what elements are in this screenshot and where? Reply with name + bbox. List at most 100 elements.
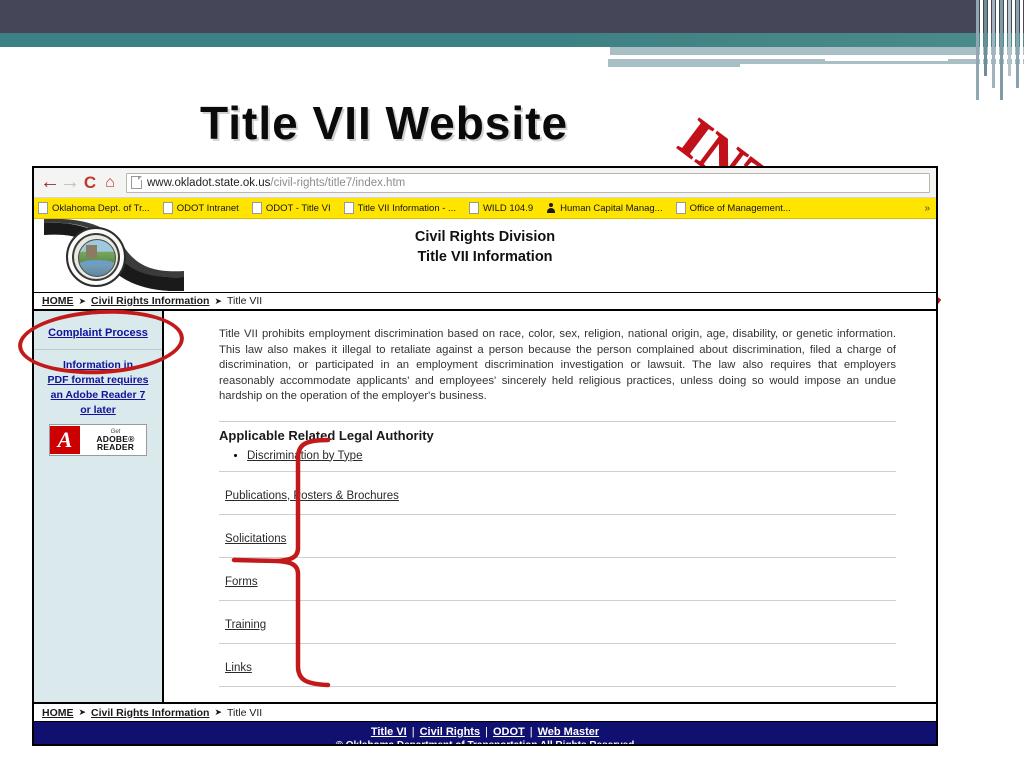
footer-separator: | <box>529 726 533 738</box>
breadcrumb-arrow-icon: ➤ <box>78 707 87 717</box>
get-adobe-reader-button[interactable]: Get ADOBE® READER <box>49 424 147 456</box>
pdf-note-line-1[interactable]: Information in <box>38 358 158 373</box>
home-icon[interactable]: ⌂ <box>100 173 120 193</box>
back-icon[interactable]: ← <box>40 171 60 193</box>
sidebar-item-complaint-process[interactable]: Complaint Process <box>34 317 162 350</box>
resource-link-row[interactable]: Solicitations <box>219 521 896 551</box>
edge-stripe <box>976 0 979 100</box>
bookmarks-bar: Oklahoma Dept. of Tr... ODOT Intranet ODOT… <box>34 198 936 219</box>
breadcrumb-current: Title VII <box>227 295 263 307</box>
site-heading-line1: Civil Rights Division <box>414 229 556 245</box>
edge-stripe <box>988 0 991 100</box>
browser-window-screenshot: ← → C ⌂ www.okladot.state.ok.us/civil-ri… <box>32 166 938 746</box>
resource-link[interactable]: Training <box>225 619 266 631</box>
divider <box>219 556 896 558</box>
url-text: www.okladot.state.ok.us/civil-rights/tit… <box>147 177 405 189</box>
sidebar: Complaint Process Information in PDF for… <box>34 311 164 702</box>
resource-link-row[interactable]: Forms <box>219 564 896 594</box>
bookmark-label: Title VII Information - ... <box>357 202 456 214</box>
bookmarks-overflow-icon[interactable]: » <box>924 203 932 214</box>
sidebar-item-label[interactable]: Complaint Process <box>48 327 148 339</box>
resource-link[interactable]: Solicitations <box>225 533 286 545</box>
pdf-note-line-3[interactable]: an Adobe Reader 7 <box>38 388 158 403</box>
bookmark-label: ODOT Intranet <box>176 202 239 214</box>
footer-link[interactable]: Web Master <box>538 726 600 738</box>
breadcrumb-home-link[interactable]: HOME <box>42 295 74 307</box>
discrimination-by-type-link[interactable]: Discrimination by Type <box>247 450 362 462</box>
edge-stripe-decoration <box>976 0 1024 100</box>
browser-toolbar: ← → C ⌂ www.okladot.state.ok.us/civil-ri… <box>34 168 936 198</box>
site-heading: Civil Rights Division Title VII Informat… <box>34 227 936 267</box>
bookmark-label: WILD 104.9 <box>482 202 534 214</box>
bookmark-item[interactable]: ODOT Intranet <box>162 202 239 214</box>
legal-authority-list: Discrimination by Type <box>219 447 896 465</box>
resource-link[interactable]: Forms <box>225 576 258 588</box>
breadcrumb-current: Title VII <box>227 706 263 719</box>
page-info-icon <box>131 176 142 189</box>
footer-link[interactable]: Title VI <box>371 726 407 738</box>
bookmark-item[interactable]: Human Capital Manag... <box>546 202 663 214</box>
document-icon <box>468 202 479 214</box>
resource-link-row[interactable]: Links <box>219 650 896 680</box>
legal-authority-heading: Applicable Related Legal Authority <box>219 427 434 443</box>
band-notch-e <box>825 55 948 61</box>
main-content: Title VII prohibits employment discrimin… <box>164 311 936 702</box>
edge-stripe <box>1004 0 1007 88</box>
breadcrumb-arrow-icon: ➤ <box>78 295 87 306</box>
address-bar[interactable]: www.okladot.state.ok.us/civil-rights/tit… <box>126 172 930 193</box>
pdf-note-line-2[interactable]: PDF format requires <box>38 373 158 388</box>
resource-link[interactable]: Publications, Posters & Brochures <box>225 490 399 502</box>
adobe-badge-name: ADOBE® READER <box>96 433 135 452</box>
site-header: Civil Rights Division Title VII Informat… <box>34 219 936 293</box>
breadcrumb-section-link[interactable]: Civil Rights Information <box>91 707 209 719</box>
document-icon <box>675 202 686 214</box>
footer-links: Title VI | Civil Rights | ODOT | Web Master <box>34 726 936 738</box>
adobe-acrobat-icon <box>50 426 80 454</box>
edge-stripe <box>1008 0 1011 76</box>
bookmark-item[interactable]: Title VII Information - ... <box>343 202 456 214</box>
footer-link[interactable]: ODOT <box>493 726 525 738</box>
bookmark-label: Office of Management... <box>689 202 791 214</box>
reload-icon[interactable]: C <box>80 173 100 193</box>
bookmark-item[interactable]: Office of Management... <box>675 202 791 214</box>
site-footer: Title VI | Civil Rights | ODOT | Web Master © … <box>34 722 936 746</box>
edge-stripe <box>1016 0 1019 88</box>
resource-link[interactable]: Links <box>225 662 252 674</box>
adobe-badge-text: Get ADOBE® READER <box>80 429 146 452</box>
resource-link-row[interactable]: Publications, Posters & Brochures <box>219 478 896 508</box>
breadcrumb-home-link[interactable]: HOME <box>42 707 74 719</box>
list-item[interactable]: Discrimination by Type <box>247 447 896 465</box>
site-heading-line2: Title VII Information <box>417 249 553 265</box>
page-title: Title VII Website <box>200 97 569 149</box>
divider <box>219 470 896 472</box>
document-icon <box>38 202 48 214</box>
bookmark-item[interactable]: Oklahoma Dept. of Tr... <box>38 202 150 214</box>
footer-separator: | <box>411 726 415 738</box>
edge-stripe <box>992 0 995 88</box>
breadcrumb-arrow-icon: ➤ <box>214 707 223 717</box>
bookmark-label: Oklahoma Dept. of Tr... <box>52 202 150 214</box>
edge-stripe <box>996 0 999 76</box>
bookmark-item[interactable]: ODOT - Title VI <box>251 202 331 214</box>
divider <box>219 420 896 422</box>
forward-icon[interactable]: → <box>60 171 80 193</box>
edge-stripe <box>980 0 983 88</box>
band-notch-a <box>0 47 610 55</box>
footer-copyright: © Oklahoma Department of Transportation … <box>335 740 635 746</box>
bookmark-item[interactable]: WILD 104.9 <box>468 202 534 214</box>
intro-paragraph: Title VII prohibits employment discrimin… <box>219 328 896 402</box>
footer-separator: | <box>485 726 488 738</box>
resource-link-list: Publications, Posters & Brochures Solicit… <box>219 478 896 687</box>
slide-header-bands <box>0 0 1024 110</box>
footer-link[interactable]: Civil Rights <box>420 726 481 738</box>
resource-link-row[interactable]: Training <box>219 607 896 637</box>
breadcrumb-section-link[interactable]: Civil Rights Information <box>91 295 209 307</box>
bookmark-label: Human Capital Manag... <box>560 202 663 214</box>
breadcrumb-bottom: HOME ➤ Civil Rights Information ➤ Title … <box>34 702 936 722</box>
pdf-note-line-4[interactable]: or later <box>38 403 158 418</box>
band-teal <box>0 33 1024 47</box>
person-icon <box>546 203 557 213</box>
site-body: Complaint Process Information in PDF for… <box>34 311 936 702</box>
band-dark <box>0 0 1024 33</box>
edge-stripe <box>984 0 987 76</box>
